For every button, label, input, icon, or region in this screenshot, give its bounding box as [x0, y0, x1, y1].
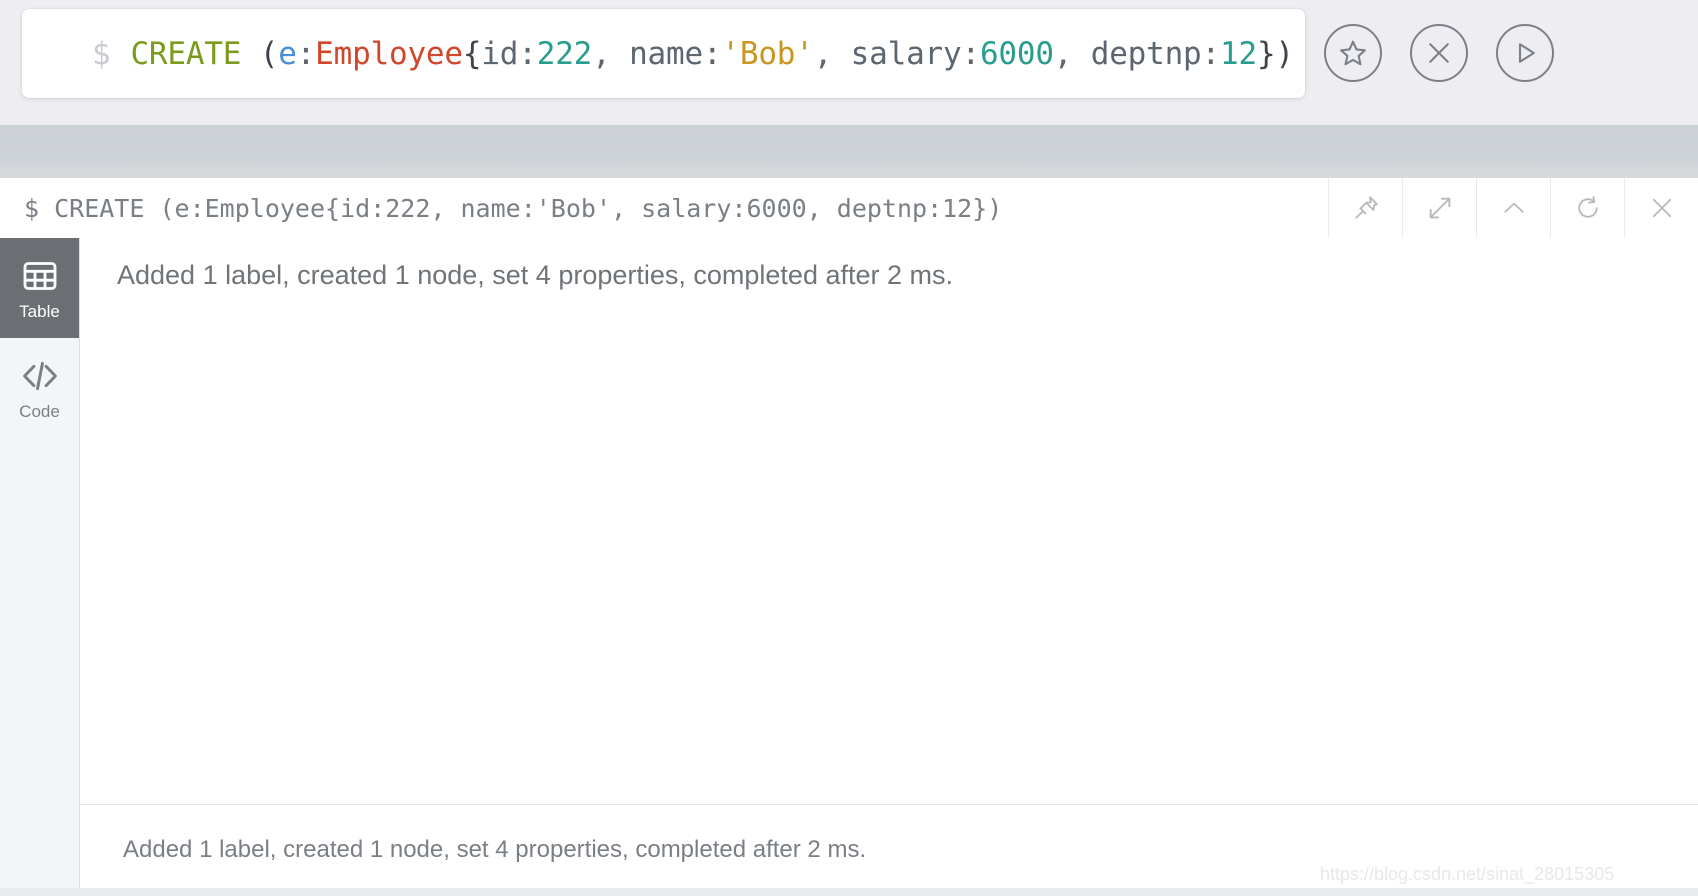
sidebar-item-label: Code: [19, 402, 60, 421]
table-icon: [20, 254, 60, 298]
rerun-button[interactable]: [1550, 178, 1624, 238]
query-token-number: 6000: [979, 35, 1054, 72]
query-token-plain: salary: [850, 35, 962, 72]
query-token-number: 222: [536, 35, 593, 72]
query-editor-line[interactable]: $ CREATE (e:Employee{id:222, name:'Bob',…: [22, 9, 1305, 98]
query-token-plain: :: [702, 35, 722, 72]
code-icon: [19, 354, 61, 398]
clear-editor-button[interactable]: [1410, 24, 1468, 82]
query-token-punct: (: [241, 35, 279, 72]
query-token-keyword: CREATE: [130, 35, 242, 72]
query-token-plain: :: [961, 35, 980, 72]
query-token-label: Employee: [315, 35, 463, 72]
watermark: https://blog.csdn.net/sinat_28015305: [1320, 864, 1615, 884]
result-frame-body: Table Code Added 1 label, created 1 node…: [0, 238, 1698, 896]
query-token-plain: id: [481, 35, 519, 72]
query-editor-area: $ CREATE (e:Employee{id:222, name:'Bob',…: [0, 0, 1698, 125]
sidebar-item-label: Table: [19, 302, 60, 321]
query-token-plain: ,: [1053, 35, 1091, 72]
query-token-number: 12: [1220, 35, 1257, 72]
query-token-plain: name: [629, 35, 703, 72]
star-icon: [1337, 37, 1369, 69]
editor-button-group: [1316, 0, 1698, 125]
pin-icon: [1351, 193, 1381, 223]
sidebar-item-table[interactable]: Table: [0, 238, 79, 338]
result-footer-message: Added 1 label, created 1 node, set 4 pro…: [123, 836, 867, 863]
result-frame-header: $ CREATE (e:Employee{id:222, name:'Bob',…: [0, 178, 1698, 239]
query-token-punct: {: [462, 35, 482, 72]
run-query-button[interactable]: [1496, 24, 1554, 82]
result-view-sidebar: Table Code: [0, 238, 80, 896]
expand-button[interactable]: [1402, 178, 1476, 238]
result-status-message: Added 1 label, created 1 node, set 4 pro…: [117, 260, 953, 290]
query-token-plain: ,: [813, 35, 851, 72]
refresh-icon: [1573, 193, 1603, 223]
bottom-edge: [0, 888, 1698, 896]
result-content-pane: Added 1 label, created 1 node, set 4 pro…: [80, 238, 1698, 896]
collapse-button[interactable]: [1476, 178, 1550, 238]
query-editor-card[interactable]: $ CREATE (e:Employee{id:222, name:'Bob',…: [22, 9, 1305, 98]
close-icon: [1424, 38, 1454, 68]
expand-icon: [1425, 193, 1455, 223]
query-token-punct: }): [1256, 35, 1294, 72]
query-token-plain: :: [296, 35, 316, 72]
query-token-var: e: [278, 35, 297, 72]
chevron-up-icon: [1499, 193, 1529, 223]
query-token-plain: :: [1201, 35, 1221, 72]
query-token-plain: ,: [592, 35, 630, 72]
prompt-symbol: $: [92, 35, 111, 72]
result-toolbar: [1328, 178, 1698, 238]
close-icon: [1647, 193, 1677, 223]
query-token-string: 'Bob': [721, 35, 814, 72]
favorite-button[interactable]: [1324, 24, 1382, 82]
result-frame: $ CREATE (e:Employee{id:222, name:'Bob',…: [0, 178, 1698, 896]
sidebar-item-code[interactable]: Code: [0, 338, 79, 438]
panel-separator-band: [0, 125, 1698, 178]
query-token-plain: :: [518, 35, 537, 72]
pin-button[interactable]: [1328, 178, 1402, 238]
result-query-text: $ CREATE (e:Employee{id:222, name:'Bob',…: [24, 193, 1003, 223]
query-token-plain: deptnp: [1090, 35, 1202, 72]
close-frame-button[interactable]: [1624, 178, 1698, 238]
query-text: CREATE (e:Employee{id:222, name:'Bob', s…: [130, 35, 1294, 72]
play-icon: [1510, 38, 1540, 68]
